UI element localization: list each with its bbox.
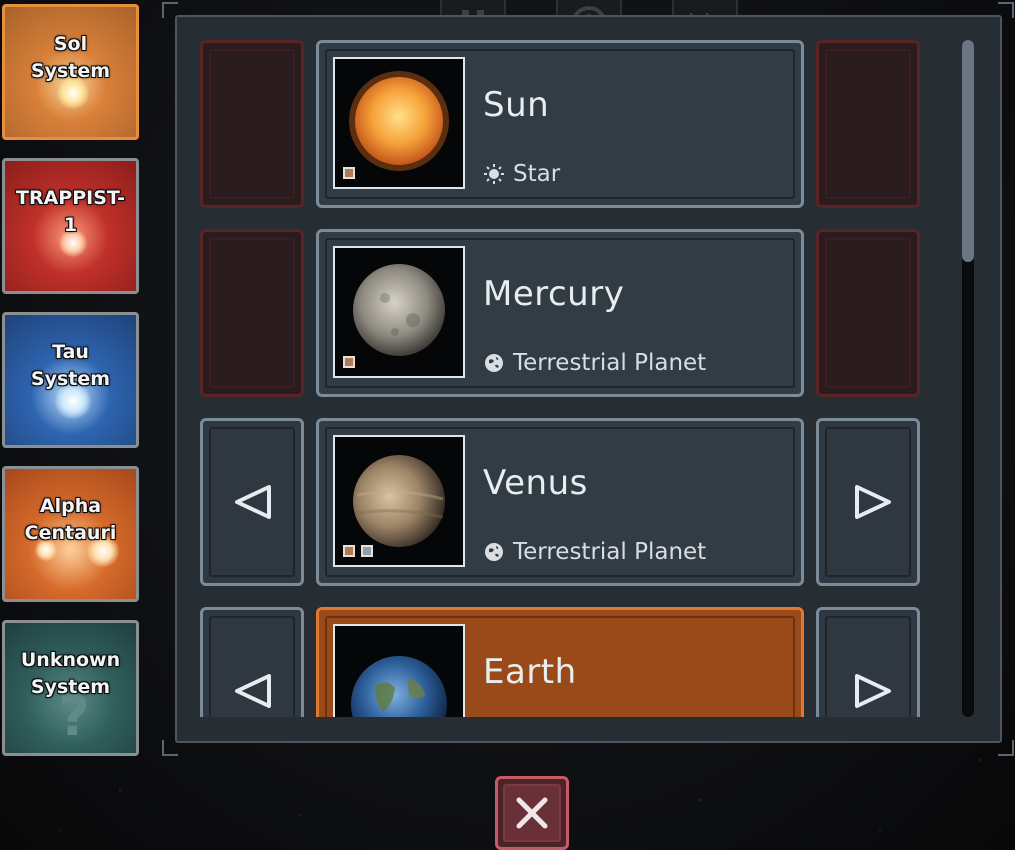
chevron-left-icon bbox=[235, 485, 271, 519]
scrollbar[interactable] bbox=[962, 40, 974, 717]
chevron-left-icon bbox=[235, 674, 271, 708]
chevron-right-icon bbox=[855, 674, 891, 708]
body-name: Sun bbox=[483, 85, 550, 125]
body-type-label: Star bbox=[513, 161, 561, 187]
next-button[interactable] bbox=[816, 418, 920, 586]
body-row-venus[interactable]: Venus Terrestrial Planet bbox=[316, 418, 804, 586]
body-row-mercury[interactable]: Mercury Terrestrial Planet bbox=[316, 229, 804, 397]
empty-slot-right bbox=[816, 40, 920, 208]
next-button[interactable] bbox=[816, 607, 920, 717]
earth-thumbnail bbox=[333, 624, 465, 717]
close-button[interactable] bbox=[495, 776, 569, 850]
chevron-right-icon bbox=[855, 485, 891, 519]
body-type: Star bbox=[483, 161, 560, 187]
tag-icon bbox=[343, 545, 355, 557]
sun-thumbnail bbox=[333, 57, 465, 189]
empty-slot-left bbox=[200, 229, 304, 397]
body-name: Venus bbox=[483, 463, 588, 503]
prev-button[interactable] bbox=[200, 418, 304, 586]
body-type-label: Terrestrial Planet bbox=[513, 539, 707, 565]
body-row-sun[interactable]: Sun Star bbox=[316, 40, 804, 208]
body-row-earth[interactable]: Earth bbox=[316, 607, 804, 717]
panel-corner bbox=[998, 740, 1014, 756]
body-name: Mercury bbox=[483, 274, 625, 314]
tag-icon bbox=[361, 545, 373, 557]
planet-type-icon bbox=[485, 354, 503, 372]
close-icon bbox=[516, 797, 548, 829]
body-type: Terrestrial Planet bbox=[483, 350, 706, 376]
body-list: Sun Star Mercury Terrestrial Planet Venu… bbox=[0, 0, 1015, 717]
panel-corner bbox=[162, 740, 178, 756]
star-icon bbox=[484, 164, 504, 184]
earth-image bbox=[351, 656, 447, 717]
empty-slot-left bbox=[200, 40, 304, 208]
body-name: Earth bbox=[483, 652, 577, 692]
venus-thumbnail bbox=[333, 435, 465, 567]
prev-button[interactable] bbox=[200, 607, 304, 717]
tag-icon bbox=[343, 356, 355, 368]
tag-icon bbox=[343, 167, 355, 179]
body-type-label: Terrestrial Planet bbox=[513, 350, 707, 376]
planet-type-icon bbox=[485, 543, 503, 561]
mercury-thumbnail bbox=[333, 246, 465, 378]
scrollbar-thumb[interactable] bbox=[962, 40, 974, 262]
empty-slot-right bbox=[816, 229, 920, 397]
body-type: Terrestrial Planet bbox=[483, 539, 706, 565]
